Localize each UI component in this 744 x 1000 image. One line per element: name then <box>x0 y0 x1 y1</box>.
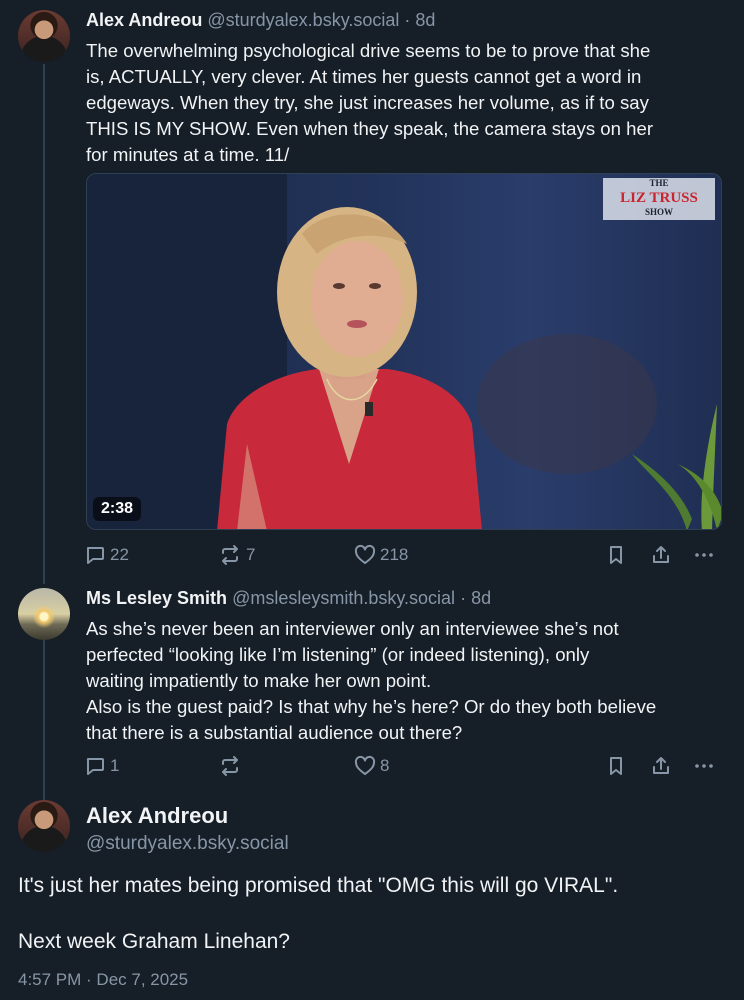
post-age[interactable]: · 8d <box>404 10 435 30</box>
repost-icon <box>222 756 238 776</box>
post-text-line: The overwhelming psychological drive see… <box>86 40 651 61</box>
more-icon <box>695 553 713 557</box>
author-name[interactable]: Alex Andreou <box>86 10 202 30</box>
post-text-line: edgeways. When they try, she just increa… <box>86 92 649 113</box>
like-count: 8 <box>380 756 390 775</box>
share-icon <box>653 546 669 563</box>
post-text-line: As she’s never been an interviewer only … <box>86 618 619 639</box>
post-header: Ms Lesley Smith @mslesleysmith.bsky.soci… <box>86 588 491 609</box>
repost-button[interactable] <box>218 755 246 777</box>
post-text: As she’s never been an interviewer only … <box>86 616 656 746</box>
avatar[interactable] <box>18 10 70 62</box>
heart-icon <box>354 544 376 564</box>
more-icon <box>695 764 713 768</box>
post-text-line: is, ACTUALLY, very clever. At times her … <box>86 66 642 87</box>
show-logo-line: SHOW <box>644 207 673 217</box>
post-actions: 1 8 <box>84 755 724 779</box>
show-logo: THE LIZ TRUSS SHOW <box>603 178 715 220</box>
post-text-line: that there is a substantial audience out… <box>86 722 463 743</box>
avatar[interactable] <box>18 588 70 640</box>
bookmark-icon <box>610 757 622 775</box>
post-text-line: waiting impatiently to make her own poin… <box>86 670 432 691</box>
bookmark-icon <box>610 546 622 564</box>
more-button[interactable] <box>692 544 716 566</box>
video-player[interactable]: THE LIZ TRUSS SHOW 2:38 <box>86 173 722 530</box>
repost-icon <box>222 545 238 565</box>
author-handle[interactable]: @sturdyalex.bsky.social <box>207 10 399 30</box>
post-text-line: perfected “looking like I’m listening” (… <box>86 644 590 665</box>
avatar[interactable] <box>18 800 70 852</box>
share-icon <box>653 757 669 774</box>
video-duration: 2:38 <box>93 497 142 521</box>
bookmark-button[interactable] <box>606 544 626 566</box>
post-header: Alex Andreou @sturdyalex.bsky.social · 8… <box>86 10 435 31</box>
post-actions: 22 7 218 <box>84 544 724 568</box>
like-button[interactable]: 8 <box>354 755 389 777</box>
like-button[interactable]: 218 <box>354 544 408 566</box>
author-name[interactable]: Alex Andreou <box>86 803 228 829</box>
author-handle[interactable]: @sturdyalex.bsky.social <box>86 833 289 855</box>
reply-icon <box>86 758 104 775</box>
reply-icon <box>86 547 104 564</box>
show-logo-line: LIZ TRUSS <box>620 190 698 206</box>
post-text-line: for minutes at a time. 11/ <box>86 144 290 165</box>
post-text-line: Next week Graham Linehan? <box>18 930 290 953</box>
heart-icon <box>354 755 376 775</box>
post-age[interactable]: · 8d <box>460 588 491 608</box>
post-text: The overwhelming psychological drive see… <box>86 38 653 168</box>
repost-count: 7 <box>246 545 256 564</box>
post-text-line: It's just her mates being promised that … <box>18 874 619 897</box>
post-text-line: Also is the guest paid? Is that why he’s… <box>86 696 657 717</box>
repost-button[interactable]: 7 <box>218 544 255 566</box>
reply-count: 1 <box>110 756 120 775</box>
share-button[interactable] <box>650 544 672 566</box>
author-handle[interactable]: @mslesleysmith.bsky.social <box>232 588 455 608</box>
post[interactable]: Alex Andreou @sturdyalex.bsky.social · 8… <box>0 0 744 580</box>
reply-button[interactable]: 22 <box>84 544 129 566</box>
reply-button[interactable]: 1 <box>84 755 119 777</box>
post-timestamp: 4:57 PM · Dec 7, 2025 <box>18 970 189 989</box>
author-name[interactable]: Ms Lesley Smith <box>86 588 227 608</box>
reply-count: 22 <box>110 545 129 564</box>
post[interactable]: Ms Lesley Smith @mslesleysmith.bsky.soci… <box>0 580 744 785</box>
post-text-line: THIS IS MY SHOW. Even when they speak, t… <box>86 118 654 139</box>
like-count: 218 <box>380 545 409 564</box>
video-frame <box>87 174 721 529</box>
more-button[interactable] <box>692 755 716 777</box>
show-logo-line: THE <box>649 178 669 188</box>
bookmark-button[interactable] <box>606 755 626 777</box>
share-button[interactable] <box>650 755 672 777</box>
